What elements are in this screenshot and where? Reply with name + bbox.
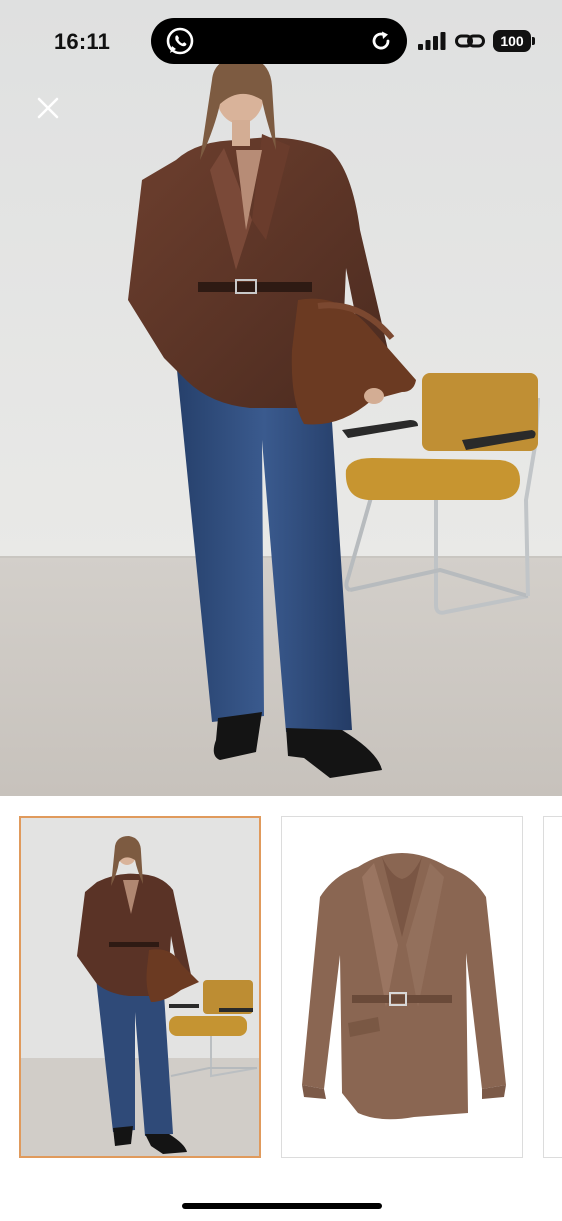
close-icon[interactable] bbox=[32, 92, 64, 124]
status-bar: 16:11 100 bbox=[0, 0, 562, 84]
thumbnail-jacket[interactable] bbox=[281, 816, 523, 1158]
thumbnail-strip[interactable] bbox=[0, 812, 562, 1162]
dynamic-island[interactable] bbox=[151, 18, 407, 64]
battery-cap bbox=[532, 37, 535, 45]
home-indicator[interactable] bbox=[182, 1203, 382, 1209]
link-icon bbox=[455, 34, 485, 48]
battery-level: 100 bbox=[493, 30, 531, 52]
signal-icon bbox=[418, 32, 446, 50]
whatsapp-icon[interactable] bbox=[165, 26, 195, 56]
status-time: 16:11 bbox=[54, 29, 111, 54]
thumbnail-look[interactable] bbox=[19, 816, 261, 1158]
thumbnail-next[interactable] bbox=[543, 816, 562, 1158]
refresh-icon[interactable] bbox=[369, 29, 393, 53]
battery-icon: 100 bbox=[493, 30, 535, 52]
product-main-image bbox=[0, 0, 562, 796]
